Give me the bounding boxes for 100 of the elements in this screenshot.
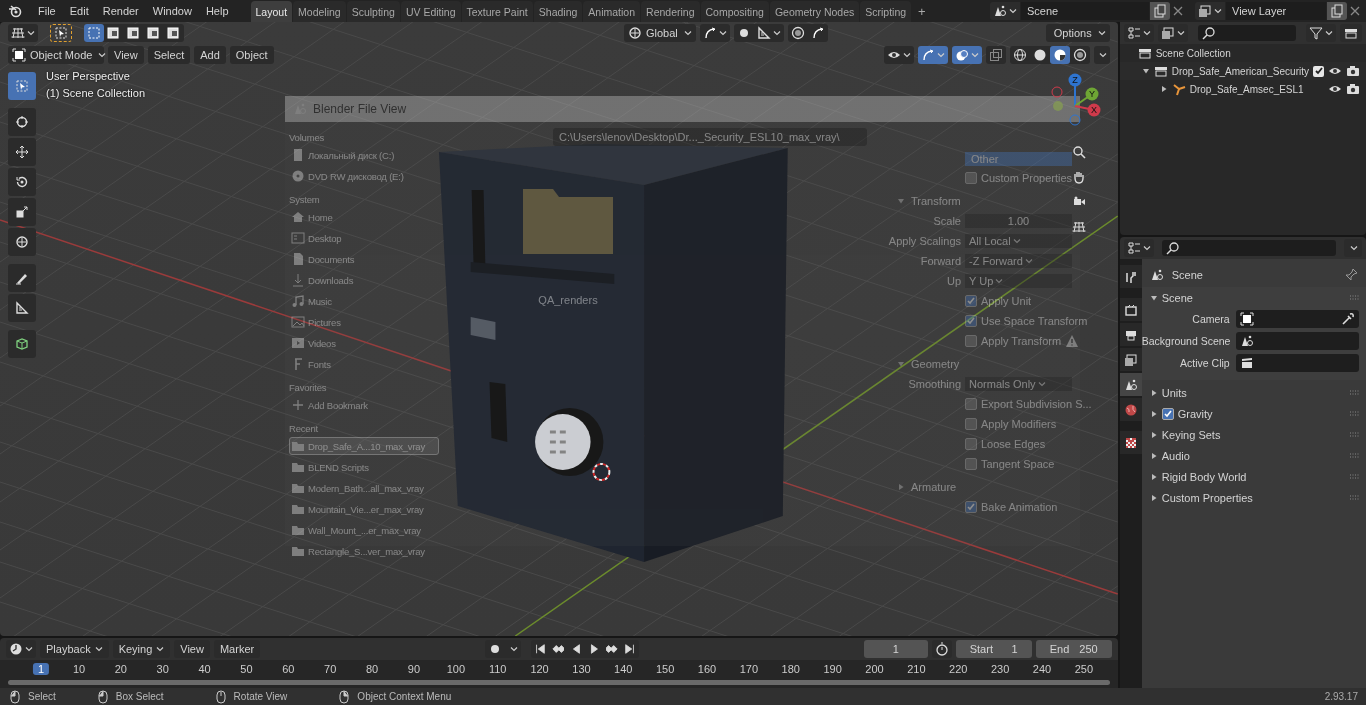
- mode-dropdown[interactable]: Object Mode: [8, 46, 104, 64]
- dialog-title: Blender File View: [313, 102, 407, 116]
- frame-number: 20: [114, 663, 127, 675]
- navigation-gizmo[interactable]: Z Y X: [1048, 70, 1109, 130]
- number-field[interactable]: 1.00: [965, 213, 1072, 228]
- menu-dropdown[interactable]: Keying: [112, 640, 171, 658]
- checkbox-label: Bake Animation: [981, 500, 1058, 513]
- playhead[interactable]: 1: [32, 663, 50, 675]
- sidebar-item[interactable]: Rectangle_S...ver_max_vray: [289, 542, 439, 560]
- workspace-tab[interactable]: UV Editing: [400, 1, 461, 22]
- menu-item[interactable]: Add: [194, 46, 226, 64]
- context-path: Scene: [1171, 269, 1203, 281]
- menu-item[interactable]: File: [32, 2, 62, 20]
- workspace-tab[interactable]: Animation: [583, 1, 641, 22]
- options-dropdown[interactable]: Options: [1045, 24, 1110, 42]
- frame-number: 200: [865, 663, 884, 675]
- menu-item[interactable]: Render: [96, 2, 145, 20]
- workspace-tab[interactable]: Texture Paint: [461, 1, 533, 22]
- field-label: Scale: [932, 214, 961, 227]
- frame-number: 170: [739, 663, 759, 675]
- field-label: Smoothing: [907, 377, 961, 390]
- workspace-tab[interactable]: Compositing: [700, 1, 769, 22]
- panel-title[interactable]: Gravity: [1177, 407, 1213, 420]
- frame-number: 90: [407, 663, 421, 675]
- frame-number: 140: [614, 663, 633, 675]
- dropdown[interactable]: Y Up: [965, 273, 1072, 288]
- frame-number: 230: [990, 663, 1010, 675]
- sidebar-item[interactable]: Home: [289, 208, 439, 226]
- frame-number: 130: [572, 663, 591, 675]
- folder-label[interactable]: QA_renders: [538, 294, 598, 306]
- viewport-info-text: User Perspective: [46, 69, 131, 84]
- frame-number: 60: [282, 663, 295, 675]
- checkbox-label: Apply Modifiers: [981, 417, 1057, 430]
- dropdown[interactable]: Normals Only: [965, 376, 1072, 391]
- dropdown[interactable]: -Z Forward: [965, 253, 1072, 268]
- menu-item[interactable]: Object: [229, 46, 274, 64]
- version-label: 2.93.17: [1324, 691, 1358, 702]
- checkbox-label: Export Subdivision S...: [981, 397, 1092, 410]
- view-layer-field[interactable]: View Layer: [1226, 2, 1326, 20]
- frame-number: 180: [781, 663, 800, 675]
- menu-item[interactable]: Window: [146, 2, 198, 20]
- field-label: Forward: [919, 254, 961, 267]
- menu-item[interactable]: View: [108, 46, 144, 64]
- panel-title[interactable]: Scene: [1161, 291, 1193, 304]
- menu-item[interactable]: View: [174, 640, 210, 658]
- viewport-info-text: (1) Scene Collection: [46, 86, 147, 101]
- workspace-tab[interactable]: Modeling: [293, 1, 346, 22]
- tree-item[interactable]: Drop_Safe_Amsec_ESL1: [1189, 83, 1309, 95]
- path-field[interactable]: C:\Users\lenov\Desktop\Dr..._Security_ESL10_max_vray\: [553, 128, 867, 146]
- workspace-tab[interactable]: Geometry Nodes: [769, 1, 860, 22]
- checkbox-label: Tangent Space: [981, 457, 1055, 470]
- panel-title[interactable]: Rigid Body World: [1161, 470, 1247, 483]
- frame-number: 250: [1074, 663, 1094, 675]
- sidebar-item[interactable]: Desktop: [289, 229, 439, 247]
- frame-number: 40: [198, 663, 211, 675]
- frame-number: 30: [156, 663, 169, 675]
- tree-item[interactable]: Scene Collection: [1155, 47, 1360, 59]
- start-frame-field[interactable]: Start 1: [955, 640, 1032, 658]
- panel-title[interactable]: Units: [1161, 386, 1187, 399]
- frame-number: 210: [907, 663, 926, 675]
- transform-orientation-dropdown[interactable]: Global: [624, 24, 696, 42]
- menu-item[interactable]: Help: [199, 2, 235, 20]
- current-frame-field[interactable]: 1: [863, 640, 928, 658]
- dropdown[interactable]: All Local: [965, 233, 1072, 248]
- frame-number: 120: [530, 663, 549, 675]
- workspace-tab[interactable]: Shading: [533, 1, 583, 22]
- frame-number: 50: [240, 663, 253, 675]
- workspace-tab[interactable]: Rendering: [641, 1, 700, 22]
- status-hint: Box Select: [115, 691, 164, 702]
- checkbox-label: Loose Edges: [981, 437, 1046, 450]
- field-label: Up: [945, 274, 961, 287]
- field-label: Background Scene: [1141, 335, 1230, 347]
- status-hint: Rotate View: [233, 691, 288, 702]
- sidebar-item[interactable]: Pictures: [289, 313, 439, 331]
- frame-number: 190: [823, 663, 842, 675]
- add-workspace-button[interactable]: +: [912, 0, 932, 22]
- workspace-tab[interactable]: Scripting: [860, 1, 912, 22]
- checkbox-label: Apply Transform: [981, 334, 1062, 347]
- status-hint: Object Context Menu: [357, 691, 452, 702]
- frame-number: 70: [324, 663, 337, 675]
- tree-item[interactable]: Drop_Safe_American_Security: [1171, 65, 1309, 77]
- panel-title[interactable]: Audio: [1161, 449, 1190, 462]
- sidebar-item[interactable]: BLEND Scripts: [289, 458, 439, 476]
- workspace-tab[interactable]: Sculpting: [346, 1, 400, 22]
- end-frame-field[interactable]: End 250: [1035, 640, 1112, 658]
- sidebar-item[interactable]: Videos: [289, 334, 439, 352]
- workspace-tab[interactable]: Layout: [250, 1, 293, 22]
- menu-item[interactable]: Marker: [213, 640, 261, 658]
- menu-dropdown[interactable]: Playback: [40, 640, 109, 658]
- section-header[interactable]: Volumes: [289, 132, 439, 143]
- menu-item[interactable]: Edit: [63, 2, 95, 20]
- panel-title[interactable]: Keying Sets: [1161, 428, 1221, 441]
- frame-number: 110: [488, 663, 507, 675]
- frame-number: 80: [365, 663, 379, 675]
- scene-field[interactable]: Scene: [1021, 2, 1149, 20]
- checkbox-label: Custom Properties: [981, 171, 1073, 184]
- frame-number: 220: [949, 663, 968, 675]
- panel-title[interactable]: Custom Properties: [1161, 491, 1253, 504]
- menu-item[interactable]: Select: [147, 46, 191, 64]
- section-header[interactable]: System: [289, 194, 439, 205]
